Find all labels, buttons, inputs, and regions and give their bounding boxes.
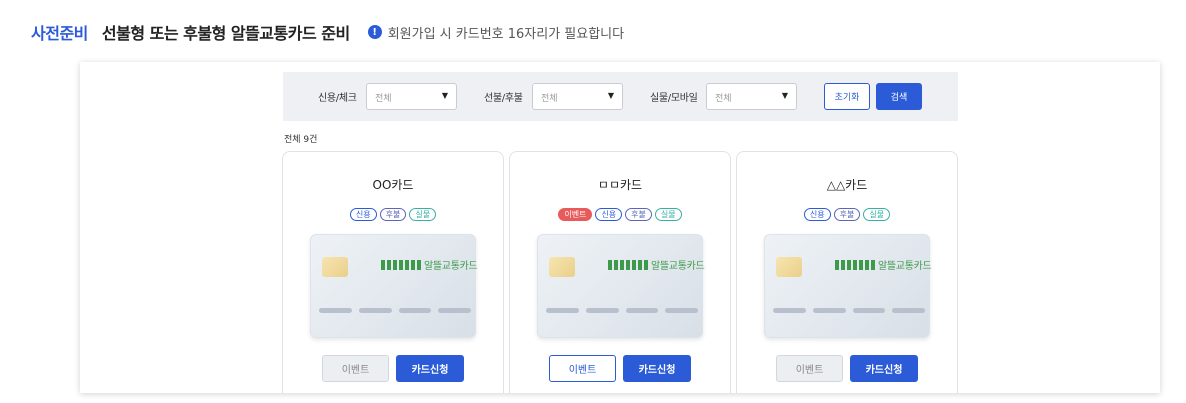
filter-bar: 신용/체크 전체 ▼ 선불/후불 전체 ▼ 실물/모바일 전체 ▼ 초기화 검색 <box>283 72 958 121</box>
event-button[interactable]: 이벤트 <box>322 355 389 382</box>
apply-card-button[interactable]: 카드신청 <box>623 355 691 382</box>
tag-physical: 실물 <box>863 208 891 221</box>
card-item-3: △△카드 신용 후불 실물 알뜰교통카드 이벤트 카드신청 <box>736 151 958 393</box>
card-image: 알뜰교통카드 <box>764 234 932 338</box>
card-stripes <box>319 308 471 313</box>
page-header: 사전준비 선불형 또는 후불형 알뜰교통카드 준비 ! 회원가입 시 카드번호 … <box>31 18 624 46</box>
notice: ! 회원가입 시 카드번호 16자리가 필요합니다 <box>367 23 625 42</box>
result-count: 전체 9건 <box>284 135 318 145</box>
page-title: 선불형 또는 후불형 알뜰교통카드 준비 <box>101 24 350 43</box>
card-item-1: OO카드 신용 후불 실물 알뜰교통카드 이벤트 카드신청 <box>282 151 504 393</box>
filter-select-physical-mobile[interactable]: 전체 ▼ <box>706 83 797 110</box>
tag-physical: 실물 <box>409 208 437 221</box>
filter-select-prepaid-postpaid[interactable]: 전체 ▼ <box>532 83 623 110</box>
apply-card-button[interactable]: 카드신청 <box>850 355 918 382</box>
card-image: 알뜰교통카드 <box>310 234 478 338</box>
card-image: 알뜰교통카드 <box>537 234 705 338</box>
info-circle-icon: ! <box>367 25 382 39</box>
card-logo-text: 알뜰교통카드 <box>878 261 932 272</box>
filter-label-credit-check: 신용/체크 <box>318 93 357 104</box>
card-tags: 신용 후불 실물 <box>283 208 503 221</box>
city-logo-icon <box>381 260 421 270</box>
card-name: OO카드 <box>372 178 414 192</box>
card-name: △△카드 <box>826 178 868 192</box>
caret-down-icon: ▼ <box>441 91 448 100</box>
city-logo-icon <box>835 260 875 270</box>
card-logo-text: 알뜰교통카드 <box>424 261 478 272</box>
card-stripes <box>773 308 925 313</box>
reset-button[interactable]: 초기화 <box>824 83 870 110</box>
search-button[interactable]: 검색 <box>876 83 922 110</box>
tag-postpaid: 후불 <box>625 208 652 221</box>
step-badge: 사전준비 <box>31 24 88 43</box>
card-list-panel: 신용/체크 전체 ▼ 선불/후불 전체 ▼ 실물/모바일 전체 ▼ 초기화 검색… <box>80 62 1160 393</box>
tag-credit: 신용 <box>595 208 623 221</box>
caret-down-icon: ▼ <box>781 91 788 100</box>
tag-credit: 신용 <box>803 208 831 221</box>
filter-label-physical-mobile: 실물/모바일 <box>650 93 698 104</box>
event-button[interactable]: 이벤트 <box>549 355 616 382</box>
filter-value: 전체 <box>541 94 558 104</box>
notice-text: 회원가입 시 카드번호 16자리가 필요합니다 <box>387 26 625 42</box>
card-item-2: ㅁㅁ카드 이벤트 신용 후불 실물 알뜰교통카드 이벤트 카드신청 <box>509 151 731 393</box>
filter-select-credit-check[interactable]: 전체 ▼ <box>366 83 457 110</box>
filter-label-prepaid-postpaid: 선불/후불 <box>484 93 523 104</box>
city-logo-icon <box>608 260 648 270</box>
tag-event: 이벤트 <box>558 208 593 221</box>
card-stripes <box>546 308 698 313</box>
card-name: ㅁㅁ카드 <box>597 178 643 192</box>
card-tags: 이벤트 신용 후불 실물 <box>510 208 730 221</box>
tag-postpaid: 후불 <box>379 208 407 221</box>
card-chip <box>322 257 348 277</box>
card-chip <box>776 257 802 277</box>
caret-down-icon: ▼ <box>607 91 614 100</box>
tag-credit: 신용 <box>349 208 377 221</box>
card-tags: 신용 후불 실물 <box>737 208 957 221</box>
tag-physical: 실물 <box>654 208 682 221</box>
card-chip <box>549 257 575 277</box>
card-logo: 알뜰교통카드 <box>381 257 478 272</box>
card-logo: 알뜰교통카드 <box>835 257 932 272</box>
apply-card-button[interactable]: 카드신청 <box>396 355 464 382</box>
event-button[interactable]: 이벤트 <box>776 355 843 382</box>
filter-value: 전체 <box>715 94 732 104</box>
card-logo: 알뜰교통카드 <box>608 257 705 272</box>
tag-postpaid: 후불 <box>833 208 861 221</box>
card-logo-text: 알뜰교통카드 <box>651 261 705 272</box>
filter-value: 전체 <box>375 94 392 104</box>
